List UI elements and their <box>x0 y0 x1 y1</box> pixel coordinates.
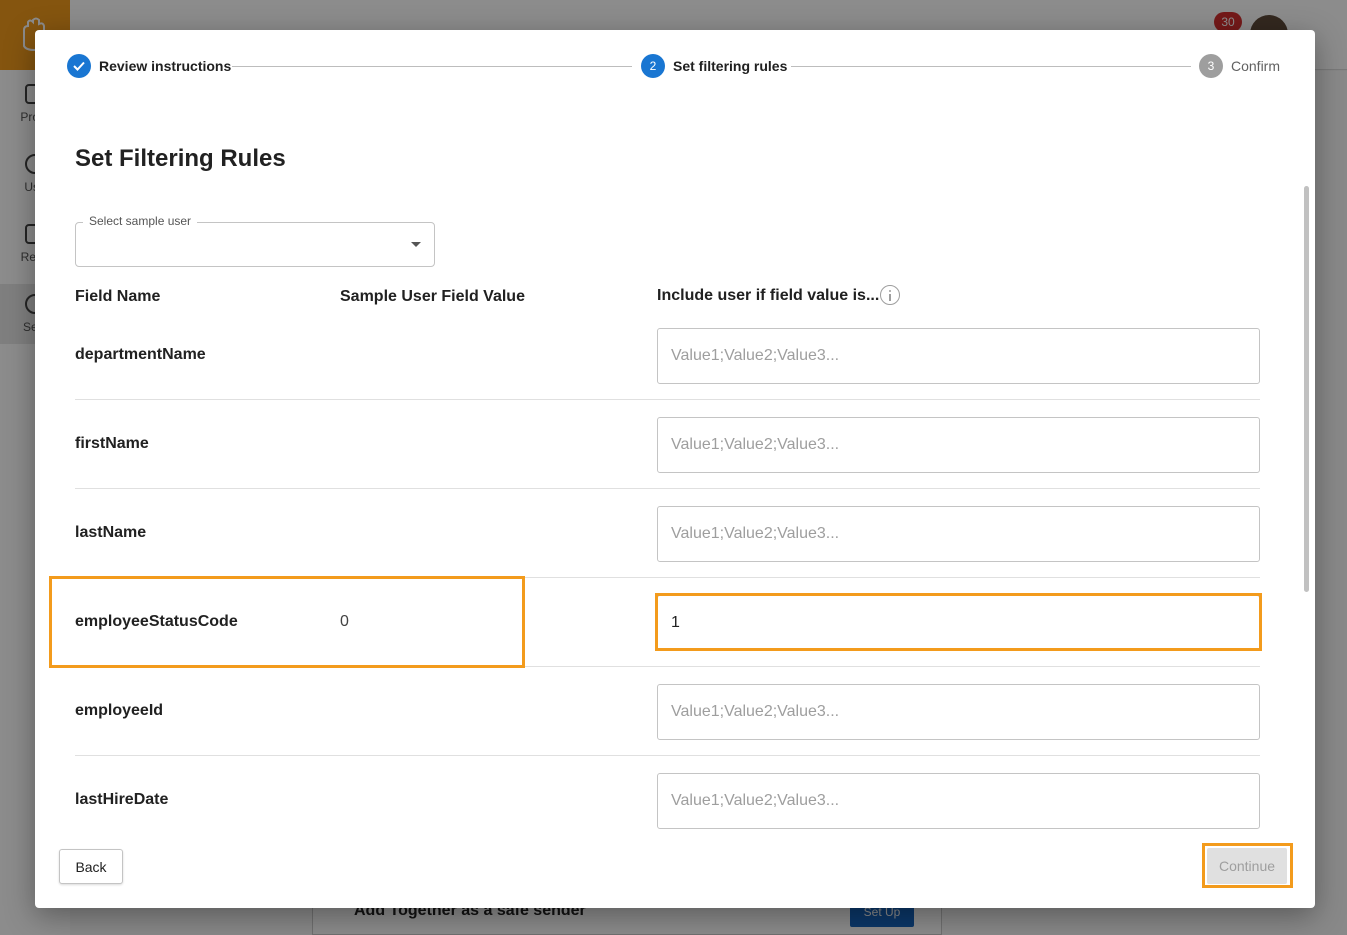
column-header-sample-value: Sample User Field Value <box>340 288 525 305</box>
field-name: lastHireDate <box>75 791 169 808</box>
step-label: Review instructions <box>99 58 232 74</box>
sample-value: 0 <box>340 613 349 630</box>
step-review-instructions: Review instructions <box>67 54 231 78</box>
sample-user-select[interactable] <box>75 222 435 267</box>
column-header-field-name: Field Name <box>75 288 161 305</box>
include-values-input[interactable] <box>657 684 1260 740</box>
chevron-down-icon[interactable] <box>411 242 421 247</box>
field-name: employeeId <box>75 702 164 719</box>
step-confirm: 3 Confirm <box>1199 54 1280 78</box>
field-name: lastName <box>75 524 147 541</box>
info-icon[interactable] <box>880 285 900 305</box>
check-icon <box>67 54 91 78</box>
scrollbar-thumb[interactable] <box>1304 186 1309 592</box>
field-name: firstName <box>75 435 149 452</box>
filtering-rules-dialog: Review instructions 2 Set filtering rule… <box>35 30 1315 908</box>
step-number: 2 <box>641 54 665 78</box>
table-row: employeeStatusCode 0 <box>75 578 1260 667</box>
column-header-include-if: Include user if field value is... <box>657 287 880 304</box>
include-values-input[interactable] <box>657 506 1260 562</box>
continue-button[interactable]: Continue <box>1207 848 1287 884</box>
field-name: employeeStatusCode <box>75 613 238 630</box>
include-values-input[interactable] <box>657 417 1260 473</box>
step-connector <box>791 66 1191 67</box>
step-label: Set filtering rules <box>673 58 788 74</box>
step-connector <box>232 66 632 67</box>
step-number: 3 <box>1199 54 1223 78</box>
page-title: Set Filtering Rules <box>75 145 286 172</box>
table-row: employeeId <box>75 667 1260 756</box>
include-values-input[interactable] <box>657 595 1260 651</box>
field-rules-list: departmentName firstName lastName employ… <box>75 311 1260 851</box>
table-row: firstName <box>75 400 1260 489</box>
include-values-input[interactable] <box>657 773 1260 829</box>
back-button[interactable]: Back <box>59 849 123 884</box>
table-row: lastHireDate <box>75 756 1260 845</box>
step-label: Confirm <box>1231 58 1281 74</box>
sample-user-label: Select sample user <box>83 214 198 228</box>
table-row: lastName <box>75 489 1260 578</box>
step-set-filtering-rules: 2 Set filtering rules <box>641 54 787 78</box>
include-values-input[interactable] <box>657 328 1260 384</box>
field-name: departmentName <box>75 346 206 363</box>
table-row: departmentName <box>75 311 1260 400</box>
